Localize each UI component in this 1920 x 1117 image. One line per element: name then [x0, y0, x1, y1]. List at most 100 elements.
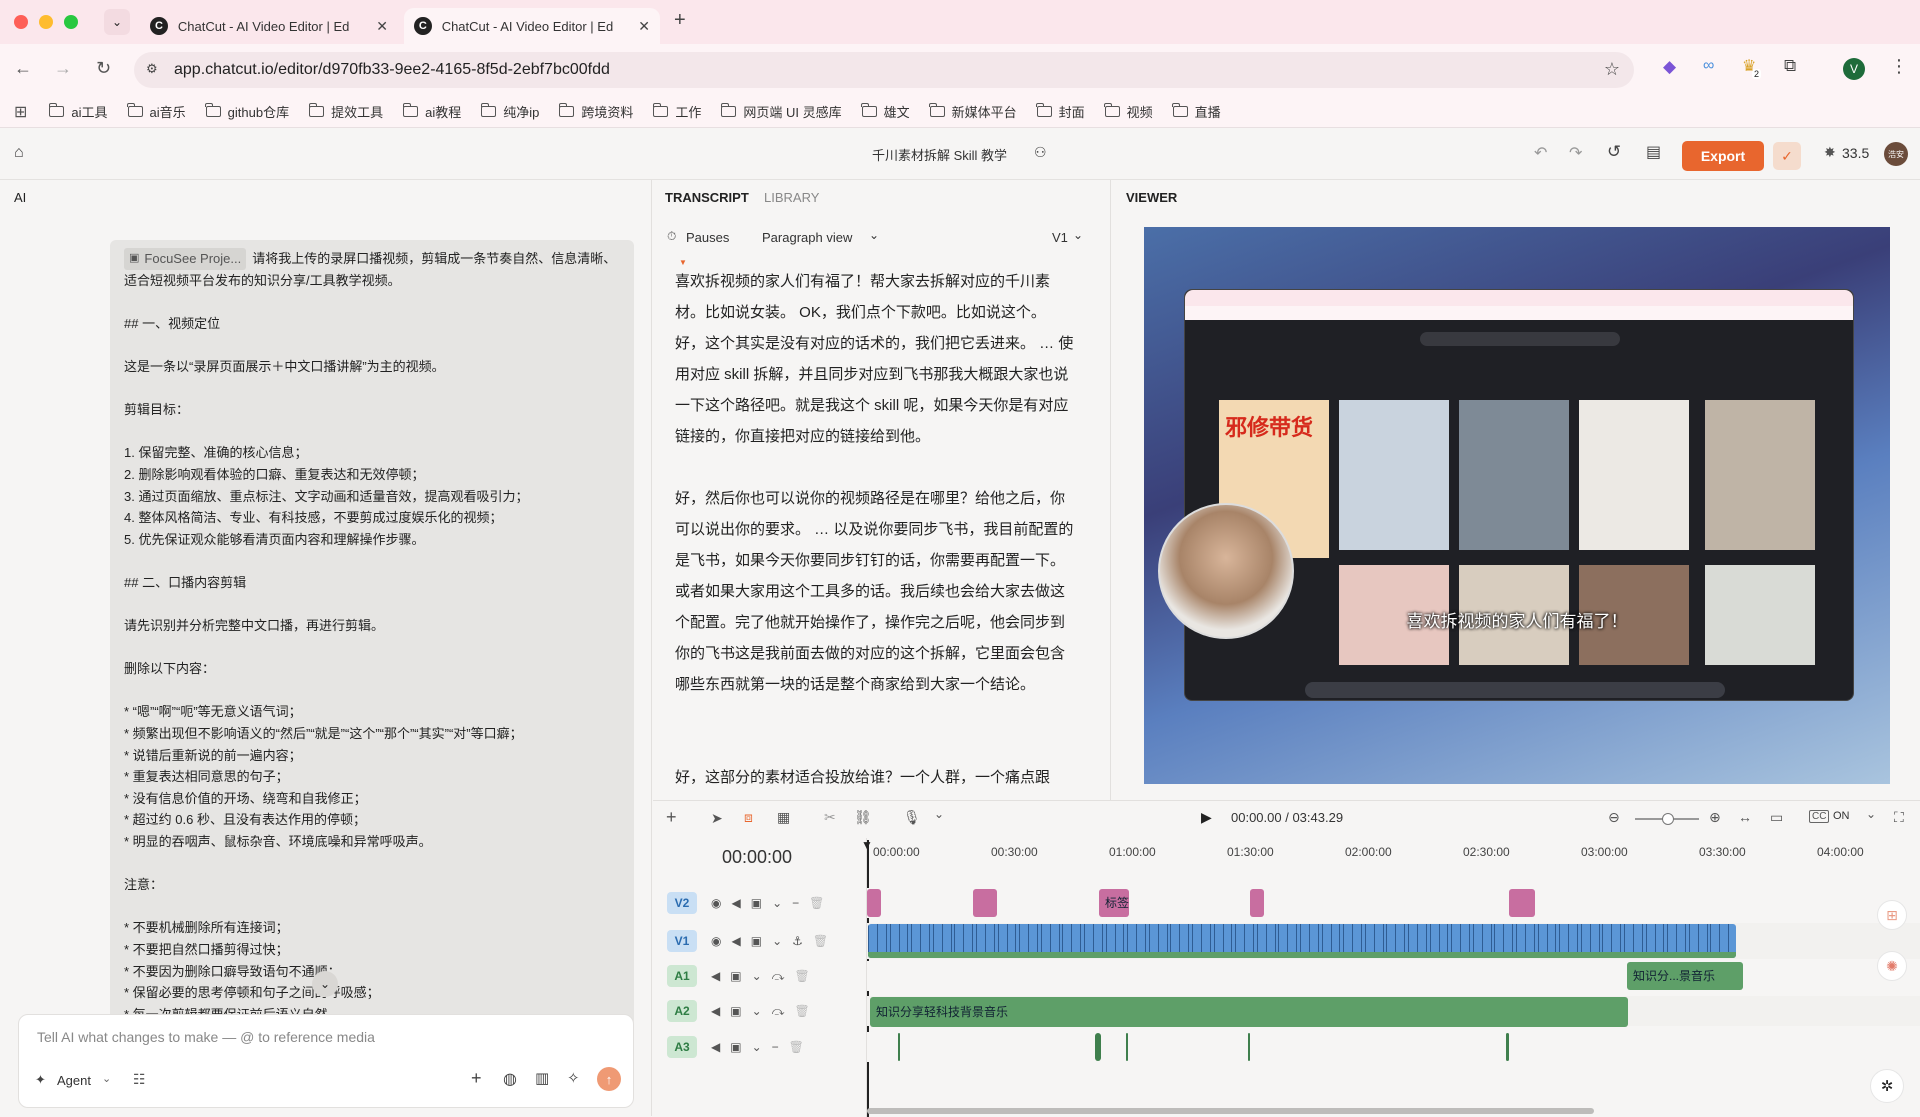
scissors-icon[interactable]: ✂ — [824, 809, 836, 826]
chat-input-placeholder[interactable]: Tell AI what changes to make — @ to refe… — [37, 1029, 375, 1045]
forward-icon[interactable]: → — [54, 58, 72, 79]
sound-effect-clip[interactable] — [898, 1033, 900, 1061]
bookmark-item[interactable]: 工作 — [652, 102, 701, 121]
layout-icon[interactable]: ▤ — [1646, 142, 1661, 162]
settings-sliders-icon[interactable]: ☷ — [133, 1071, 146, 1088]
bookmark-item[interactable]: 视频 — [1104, 102, 1153, 121]
bug-report-icon[interactable]: ✲ — [1870, 1069, 1904, 1103]
zoom-in-icon[interactable]: ⊕ — [1709, 809, 1721, 826]
film-strip-icon[interactable]: ▦ — [777, 809, 790, 826]
delete-track-icon[interactable]: 🗑 — [789, 1040, 804, 1054]
palette-icon[interactable]: ◍ — [503, 1069, 517, 1089]
view-mode-select[interactable]: Paragraph view — [762, 230, 852, 245]
redo-icon[interactable]: ↷ — [1569, 143, 1582, 163]
music-clip[interactable]: 知识分享轻科技背景音乐 — [870, 997, 1628, 1027]
bookmark-item[interactable]: 直播 — [1172, 102, 1221, 121]
transcript-paragraph[interactable]: 喜欢拆视频的家人们有福了！帮大家去拆解对应的千川素材。比如说女装。 OK，我们点… — [675, 266, 1075, 452]
tab-library[interactable]: LIBRARY — [764, 190, 819, 205]
delete-track-icon[interactable]: 🗑 — [794, 969, 809, 984]
add-layer-icon[interactable]: ⊞ — [1877, 900, 1907, 930]
user-avatar[interactable]: 浩安 — [1884, 142, 1908, 166]
delete-track-icon[interactable]: 🗑 — [794, 1004, 809, 1019]
tab-transcript[interactable]: TRANSCRIPT — [665, 190, 749, 205]
ai-assist-icon[interactable]: ✺ — [1877, 951, 1907, 981]
export-button[interactable]: Export — [1682, 141, 1764, 171]
captions-chevron-icon[interactable]: ⌄ — [1866, 807, 1876, 821]
track-link-icon[interactable]: ⤼ — [772, 969, 785, 984]
back-icon[interactable]: ← — [14, 58, 32, 79]
pauses-toggle[interactable]: Pauses — [686, 230, 729, 245]
track-settings-icon[interactable]: ▣ — [751, 934, 762, 948]
scroll-down-chevron-icon[interactable]: ⌄ — [312, 971, 338, 997]
fit-width-icon[interactable]: ↔ — [1738, 809, 1752, 825]
transcript-paragraph[interactable]: 好，然后你也可以说你的视频路径是在哪里？给他之后，你可以说出你的要求。 … 以及… — [675, 483, 1075, 700]
extension-link-icon[interactable]: ∞ — [1703, 57, 1714, 75]
track-badge[interactable]: A1 — [667, 965, 697, 987]
track-chevron-icon[interactable]: ⌄ — [772, 934, 782, 948]
browser-tab-2-active[interactable]: C ChatCut - AI Video Editor | Ed ✕ — [404, 8, 660, 44]
sound-effect-clip[interactable] — [1095, 1033, 1101, 1061]
playhead-handle-icon[interactable]: ▼ — [861, 838, 873, 852]
bookmark-item[interactable]: 网页端 UI 灵感库 — [720, 102, 842, 121]
new-tab-icon[interactable]: + — [674, 9, 686, 32]
track-settings-icon[interactable]: ▣ — [730, 1040, 741, 1054]
track-link-icon[interactable]: − — [772, 1040, 779, 1054]
bookmark-item[interactable]: 跨境资料 — [558, 102, 633, 121]
snap-link-icon[interactable]: ⛓ — [854, 809, 872, 826]
project-title[interactable]: 千川素材拆解 Skill 教学 — [872, 145, 1007, 164]
profile-avatar[interactable]: V — [1843, 58, 1865, 80]
bookmark-item[interactable]: 封面 — [1036, 102, 1085, 121]
extensions-puzzle-icon[interactable]: ⧉ — [1784, 56, 1796, 76]
version-chevron-icon[interactable]: ⌄ — [1073, 228, 1083, 242]
add-icon[interactable]: + — [471, 1068, 482, 1089]
close-tab-icon[interactable]: ✕ — [638, 18, 650, 35]
sound-effect-clip[interactable] — [1126, 1033, 1128, 1061]
sound-effect-clip[interactable] — [1506, 1033, 1509, 1061]
music-clip[interactable]: 知识分...景音乐 — [1627, 962, 1743, 990]
video-clip[interactable] — [868, 924, 1736, 958]
close-window-button[interactable] — [14, 15, 28, 29]
overlay-clip[interactable] — [867, 889, 881, 917]
captions-cc-icon[interactable]: CC — [1809, 810, 1830, 823]
book-icon[interactable]: ▥ — [535, 1069, 549, 1087]
volume-icon[interactable]: ◀ — [731, 896, 740, 910]
view-mode-chevron-icon[interactable]: ⌄ — [869, 228, 879, 242]
agent-chevron-icon[interactable]: ⌄ — [102, 1072, 111, 1085]
track-link-icon[interactable]: ⤼ — [772, 1004, 785, 1019]
volume-icon[interactable]: ◀ — [711, 969, 720, 984]
track-badge[interactable]: A3 — [667, 1036, 697, 1058]
microphone-icon[interactable]: 🎙 — [903, 809, 921, 826]
send-arrow-icon[interactable]: ↑ — [597, 1067, 621, 1091]
track-settings-icon[interactable]: ▣ — [730, 969, 741, 984]
aspect-ratio-icon[interactable]: ▭ — [1770, 809, 1783, 826]
site-info-icon[interactable]: ⚙ — [146, 61, 158, 77]
overlay-clip[interactable]: 标签 — [1099, 889, 1129, 917]
version-select[interactable]: V1 — [1052, 230, 1068, 245]
select-cursor-icon[interactable]: ➤ — [711, 810, 723, 827]
close-tab-icon[interactable]: ✕ — [376, 18, 388, 35]
split-clip-icon[interactable]: ⧈ — [744, 809, 753, 826]
volume-icon[interactable]: ◀ — [711, 1040, 720, 1054]
zoom-out-icon[interactable]: ⊖ — [1608, 809, 1620, 826]
undo-icon[interactable]: ↶ — [1534, 143, 1547, 163]
bookmark-item[interactable]: ai教程 — [402, 102, 461, 121]
browser-menu-icon[interactable]: ⋮ — [1890, 56, 1908, 77]
volume-icon[interactable]: ◀ — [731, 934, 740, 948]
delete-track-icon[interactable]: 🗑 — [813, 934, 828, 948]
overlay-clip[interactable] — [1250, 889, 1264, 917]
bookmark-item[interactable]: github仓库 — [205, 102, 289, 121]
captions-toggle[interactable]: ON — [1833, 810, 1850, 822]
track-lock-icon[interactable]: ⚓ — [792, 934, 803, 948]
history-icon[interactable]: ↺ — [1607, 142, 1621, 162]
browser-tab-1[interactable]: C ChatCut - AI Video Editor | Ed ✕ — [140, 8, 398, 44]
track-chevron-icon[interactable]: ⌄ — [752, 969, 762, 984]
bookmark-item[interactable]: 雄文 — [861, 102, 910, 121]
bookmark-item[interactable]: 提效工具 — [308, 102, 383, 121]
tab-search-chevron-icon[interactable]: ⌄ — [104, 9, 130, 35]
bookmark-star-icon[interactable]: ☆ — [1604, 59, 1620, 80]
extension-purple-icon[interactable]: ◆ — [1663, 57, 1676, 77]
bookmark-item[interactable]: 新媒体平台 — [929, 102, 1017, 121]
bookmark-item[interactable]: 纯净ip — [480, 102, 539, 121]
share-users-icon[interactable]: ⚇ — [1034, 144, 1047, 161]
track-badge[interactable]: V2 — [667, 892, 697, 914]
